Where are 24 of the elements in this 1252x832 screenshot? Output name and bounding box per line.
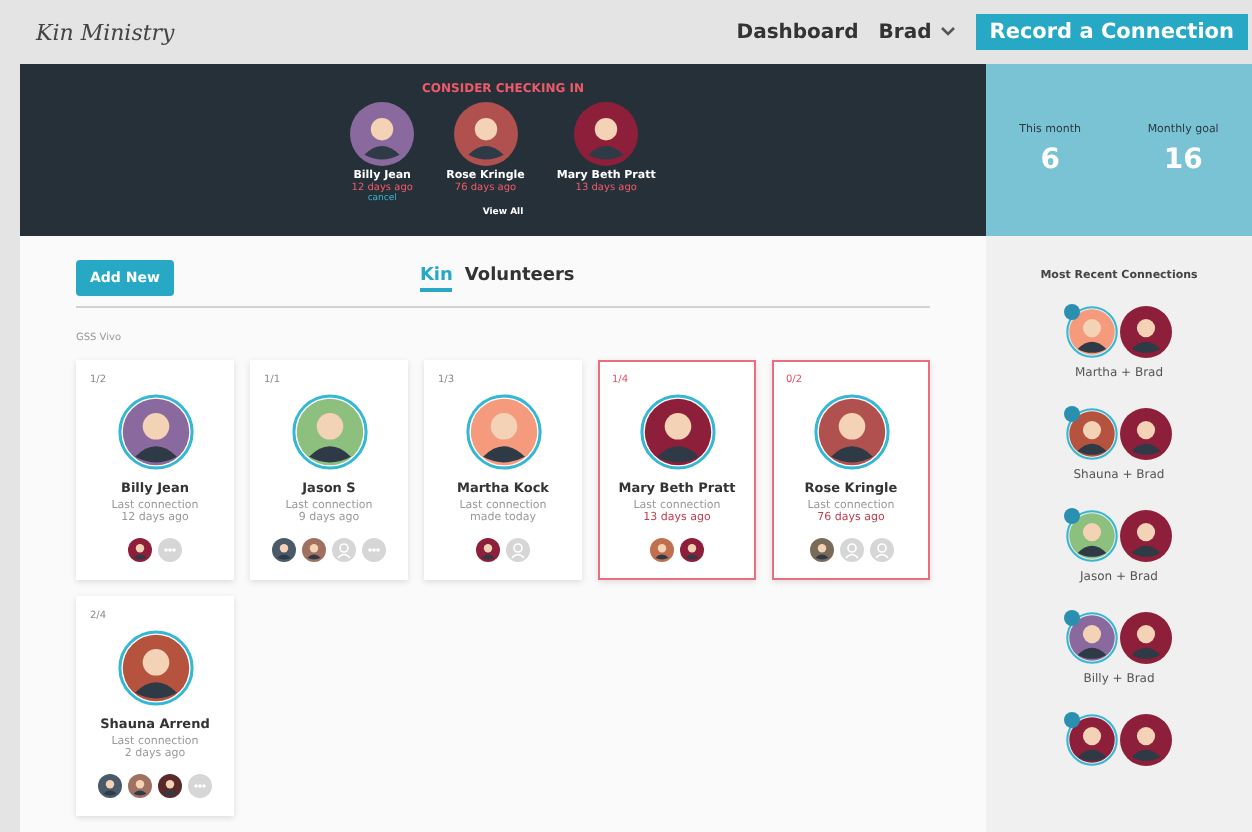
person-outline-icon (506, 538, 530, 562)
more-icon (188, 774, 212, 798)
avatar-icon (1120, 510, 1172, 562)
badge-icon (1064, 406, 1080, 422)
avatar-icon (1120, 714, 1172, 766)
stat-value: 6 (1040, 144, 1060, 176)
more-icon (158, 538, 182, 562)
badge-icon (1064, 508, 1080, 524)
nav-link[interactable]: Dashboard (736, 21, 859, 43)
person-outline-icon (869, 538, 893, 562)
avatar-icon (1120, 306, 1172, 358)
user-menu[interactable]: Brad (878, 21, 956, 43)
chevron-icon (939, 26, 956, 38)
stat-value: 16 (1163, 144, 1203, 176)
avatar-icon (1120, 612, 1172, 664)
badge-icon (1064, 610, 1080, 626)
logo[interactable]: Kin Ministry (36, 19, 175, 45)
more-icon (362, 538, 386, 562)
badge-icon (1064, 712, 1080, 728)
person-outline-icon (332, 538, 356, 562)
avatar-icon (1120, 408, 1172, 460)
badge-icon (1064, 304, 1080, 320)
person-outline-icon (839, 538, 863, 562)
tab[interactable]: Volunteers (464, 265, 575, 291)
